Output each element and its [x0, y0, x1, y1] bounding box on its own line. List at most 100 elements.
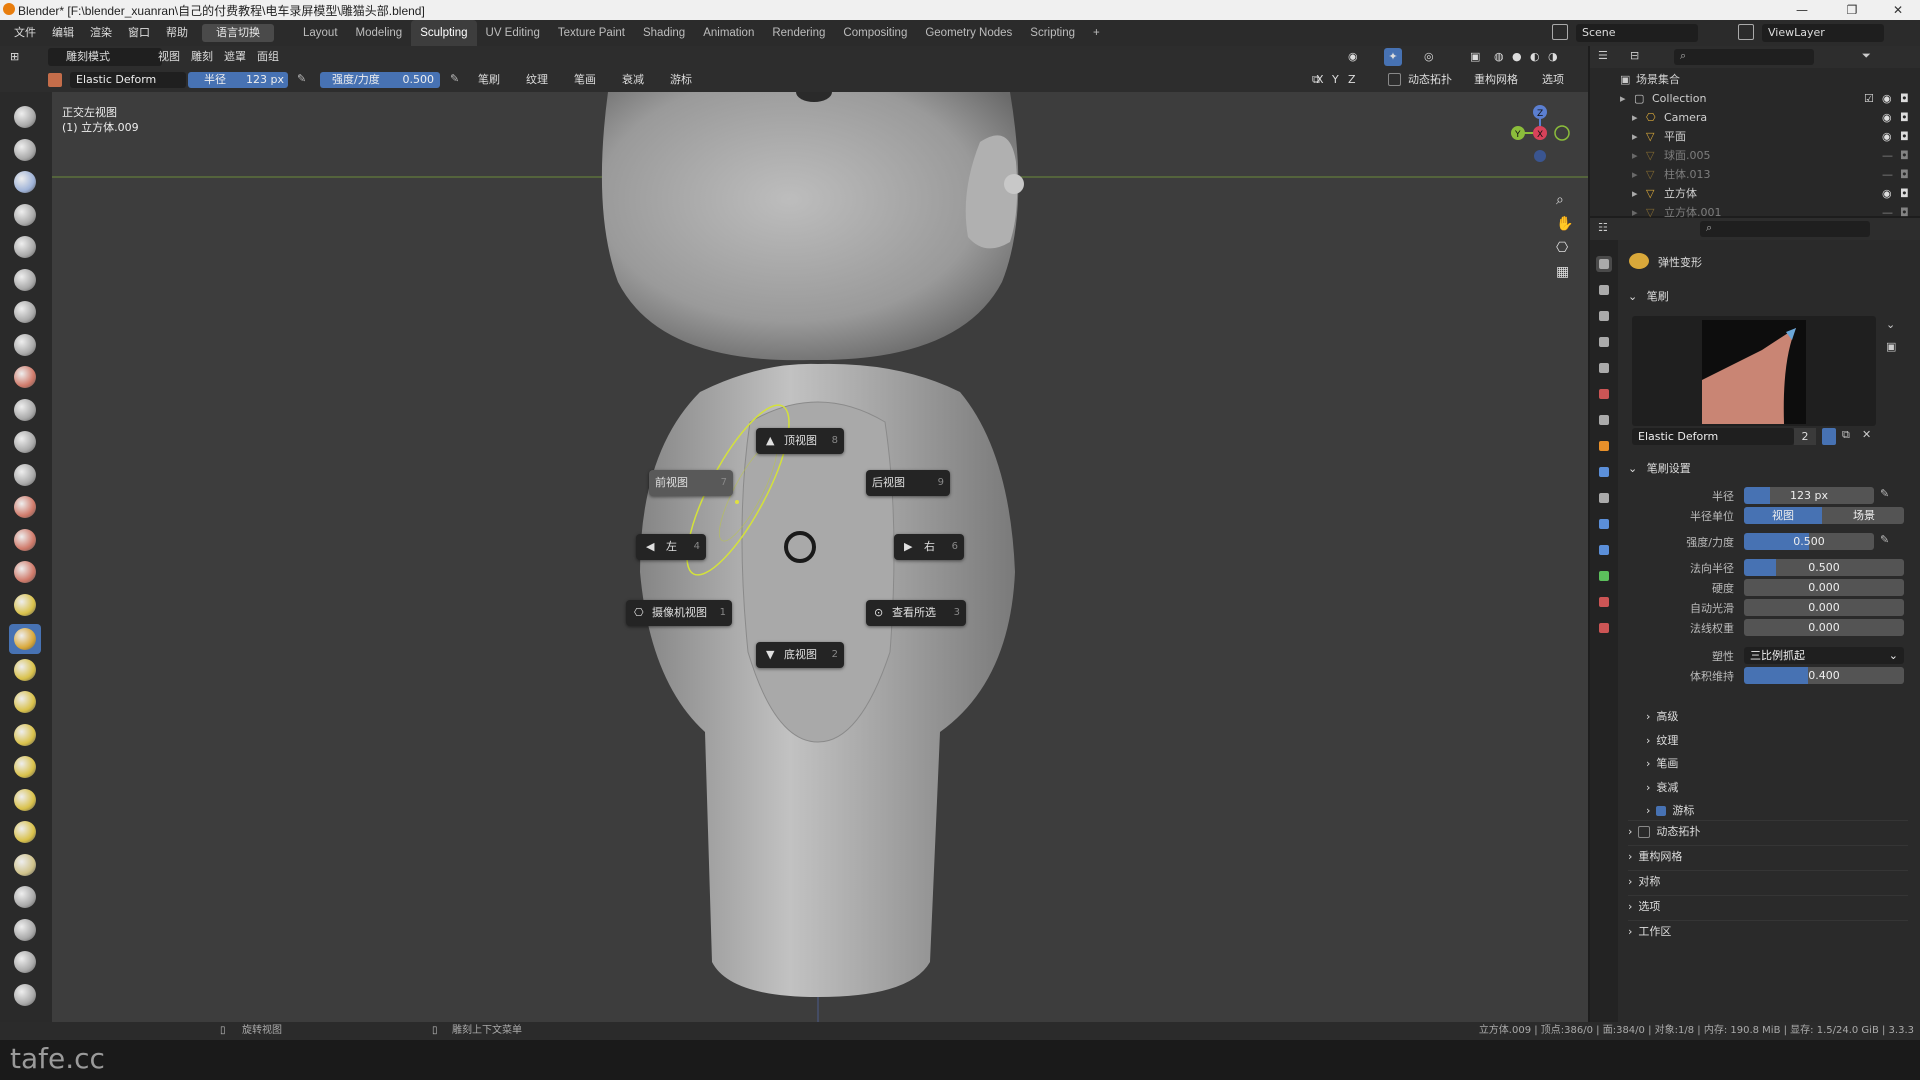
wireframe-shading-icon[interactable]: ◍	[1494, 48, 1504, 66]
dyntopo-checkbox[interactable]	[1388, 73, 1401, 86]
duplicate-brush-icon[interactable]: ⧉	[1842, 428, 1850, 442]
outliner-search-input[interactable]	[1674, 49, 1814, 65]
tab-texture-paint[interactable]: Texture Paint	[549, 20, 634, 46]
view-layer-selector[interactable]: ViewLayer	[1762, 24, 1884, 42]
radius-unit-scene[interactable]: 场景	[1824, 507, 1904, 524]
properties-tab-data-icon[interactable]	[1596, 568, 1612, 584]
properties-tab-render-icon[interactable]	[1596, 282, 1612, 298]
axis-y-toggle[interactable]: Y	[1332, 71, 1339, 89]
pie-camera-view[interactable]: ⎔ 摄像机视图 1	[626, 600, 732, 626]
properties-tab-scene-icon[interactable]	[1596, 360, 1612, 376]
properties-search-input[interactable]	[1700, 221, 1870, 237]
tab-modeling[interactable]: Modeling	[347, 20, 412, 46]
pie-left-view[interactable]: ◀ 左 4	[636, 534, 706, 560]
outliner-item[interactable]: ▸ ▢ Collection ◉ ◘ ☑	[1590, 89, 1920, 108]
pressure-strength-icon[interactable]: ✎	[450, 72, 459, 85]
brush-image-icon[interactable]: ▣	[1886, 340, 1896, 353]
gizmo-toggle-icon[interactable]: ✦	[1384, 48, 1402, 66]
texture-menu[interactable]: 纹理	[526, 71, 548, 89]
remesh-menu[interactable]: 重构网格	[1474, 71, 1518, 89]
brush-setting-field[interactable]: 0.000	[1744, 619, 1904, 636]
outliner-item[interactable]: ▸ ▽ 球面.005 — ◘	[1590, 146, 1920, 165]
xray-icon[interactable]: ▣	[1470, 48, 1480, 66]
filter-icon[interactable]: ⏷	[1862, 49, 1871, 63]
3d-viewport[interactable]: 正交左视图 (1) 立方体.009 ▲ 顶视图 8 前视图 7 后视图 9 ◀ …	[0, 92, 1588, 1022]
pan-hand-icon[interactable]: ✋	[1556, 216, 1573, 232]
expand-arrow-icon[interactable]: ▸	[1632, 146, 1638, 165]
zoom-icon[interactable]: ⌕	[1556, 192, 1564, 208]
pie-top-view[interactable]: ▲ 顶视图 8	[756, 428, 844, 454]
brush-setting-field[interactable]: 123 px	[1744, 487, 1874, 504]
brush-users-count[interactable]: 2	[1794, 428, 1816, 445]
tool-clay-strips-icon[interactable]	[12, 202, 38, 228]
strength-pressure-icon[interactable]: ✎	[1880, 533, 1889, 546]
render-camera-icon[interactable]: ◘	[1900, 146, 1909, 165]
panel-header[interactable]: › 对称	[1628, 870, 1908, 893]
tool-scrape-icon[interactable]	[12, 494, 38, 520]
subpanel-header[interactable]: › 游标	[1646, 802, 1694, 818]
tool-draw-sharp-icon[interactable]	[12, 137, 38, 163]
tab-shading[interactable]: Shading	[634, 20, 694, 46]
tool-flatten-icon[interactable]	[12, 429, 38, 455]
outliner-item[interactable]: ▸ ⎔ Camera ◉ ◘	[1590, 108, 1920, 127]
eye-icon[interactable]: —	[1882, 165, 1893, 184]
menu-view[interactable]: 视图	[158, 48, 180, 66]
visibility-icon[interactable]: ◉	[1348, 48, 1358, 66]
render-camera-icon[interactable]: ◘	[1900, 184, 1909, 203]
stroke-menu[interactable]: 笔画	[574, 71, 596, 89]
tool-draw-icon[interactable]	[12, 104, 38, 130]
subpanel-header[interactable]: › 纹理	[1646, 732, 1678, 748]
render-camera-icon[interactable]: ◘	[1900, 89, 1909, 108]
menu-mask[interactable]: 遮罩	[224, 48, 246, 66]
menu-sculpt[interactable]: 雕刻	[191, 48, 213, 66]
properties-tab-output-icon[interactable]	[1596, 308, 1612, 324]
axis-z-toggle[interactable]: Z	[1348, 71, 1356, 89]
tool-cloth-icon[interactable]	[12, 884, 38, 910]
tool-layer-icon[interactable]	[12, 267, 38, 293]
tool-clay-icon[interactable]	[12, 169, 38, 195]
dyntopo-menu[interactable]: 动态拓扑	[1408, 71, 1452, 89]
close-button[interactable]: ✕	[1876, 0, 1920, 20]
brush-browse-icon[interactable]: ⌄	[1886, 318, 1895, 331]
minimize-button[interactable]: —	[1780, 0, 1824, 20]
collection-checkbox[interactable]: ☑	[1864, 89, 1874, 108]
material-shading-icon[interactable]: ◐	[1530, 48, 1540, 66]
menu-help[interactable]: 帮助	[158, 20, 196, 46]
eye-icon[interactable]: ◉	[1882, 89, 1892, 108]
pie-bottom-view[interactable]: ▼ 底视图 2	[756, 642, 844, 668]
view-layer-icon[interactable]	[1738, 24, 1754, 40]
render-camera-icon[interactable]: ◘	[1900, 127, 1909, 146]
subpanel-header[interactable]: › 高级	[1646, 708, 1678, 724]
brush-setting-field[interactable]: 0.000	[1744, 599, 1904, 616]
outliner-root[interactable]: ▣ 场景集合	[1590, 70, 1920, 89]
tool-multiplane-scrape-icon[interactable]	[12, 527, 38, 553]
tool-fill-icon[interactable]	[12, 462, 38, 488]
pressure-radius-icon[interactable]: ✎	[297, 72, 306, 85]
properties-tab-tool-icon[interactable]	[1596, 256, 1612, 272]
brush-datablock-field[interactable]: Elastic Deform	[1632, 428, 1794, 445]
brush-setting-field[interactable]: 0.500	[1744, 559, 1904, 576]
panel-brush-header[interactable]: ⌄ 笔刷	[1628, 286, 1908, 308]
tool-pose-icon[interactable]	[12, 722, 38, 748]
brush-setting-field[interactable]: 视图 场景	[1744, 507, 1904, 524]
outliner-item[interactable]: ▸ ▽ 平面 ◉ ◘	[1590, 127, 1920, 146]
pie-right-view[interactable]: ▶ 右 6	[894, 534, 964, 560]
rendered-shading-icon[interactable]: ◑	[1548, 48, 1558, 66]
outliner-item[interactable]: ▸ ▽ 立方体 ◉ ◘	[1590, 184, 1920, 203]
panel-header[interactable]: › 工作区	[1628, 920, 1908, 943]
eye-icon[interactable]: ◉	[1882, 127, 1892, 146]
menu-file[interactable]: 文件	[6, 20, 44, 46]
eye-icon[interactable]: ◉	[1882, 184, 1892, 203]
properties-tab-view-layer-icon[interactable]	[1596, 334, 1612, 350]
properties-tab-world-icon[interactable]	[1596, 386, 1612, 402]
properties-tab-constraints-icon[interactable]	[1596, 542, 1612, 558]
tab-layout[interactable]: Layout	[294, 20, 347, 46]
radius-unit-view[interactable]: 视图	[1744, 507, 1822, 524]
grid-ortho-icon[interactable]: ▦	[1556, 264, 1569, 280]
fake-user-shield-icon[interactable]	[1822, 428, 1836, 445]
tool-crease-icon[interactable]	[12, 364, 38, 390]
display-mode-icon[interactable]: ⊟	[1630, 49, 1639, 62]
tool-grab-icon[interactable]	[12, 592, 38, 618]
eye-icon[interactable]: ◉	[1882, 108, 1892, 127]
menu-render[interactable]: 渲染	[82, 20, 120, 46]
